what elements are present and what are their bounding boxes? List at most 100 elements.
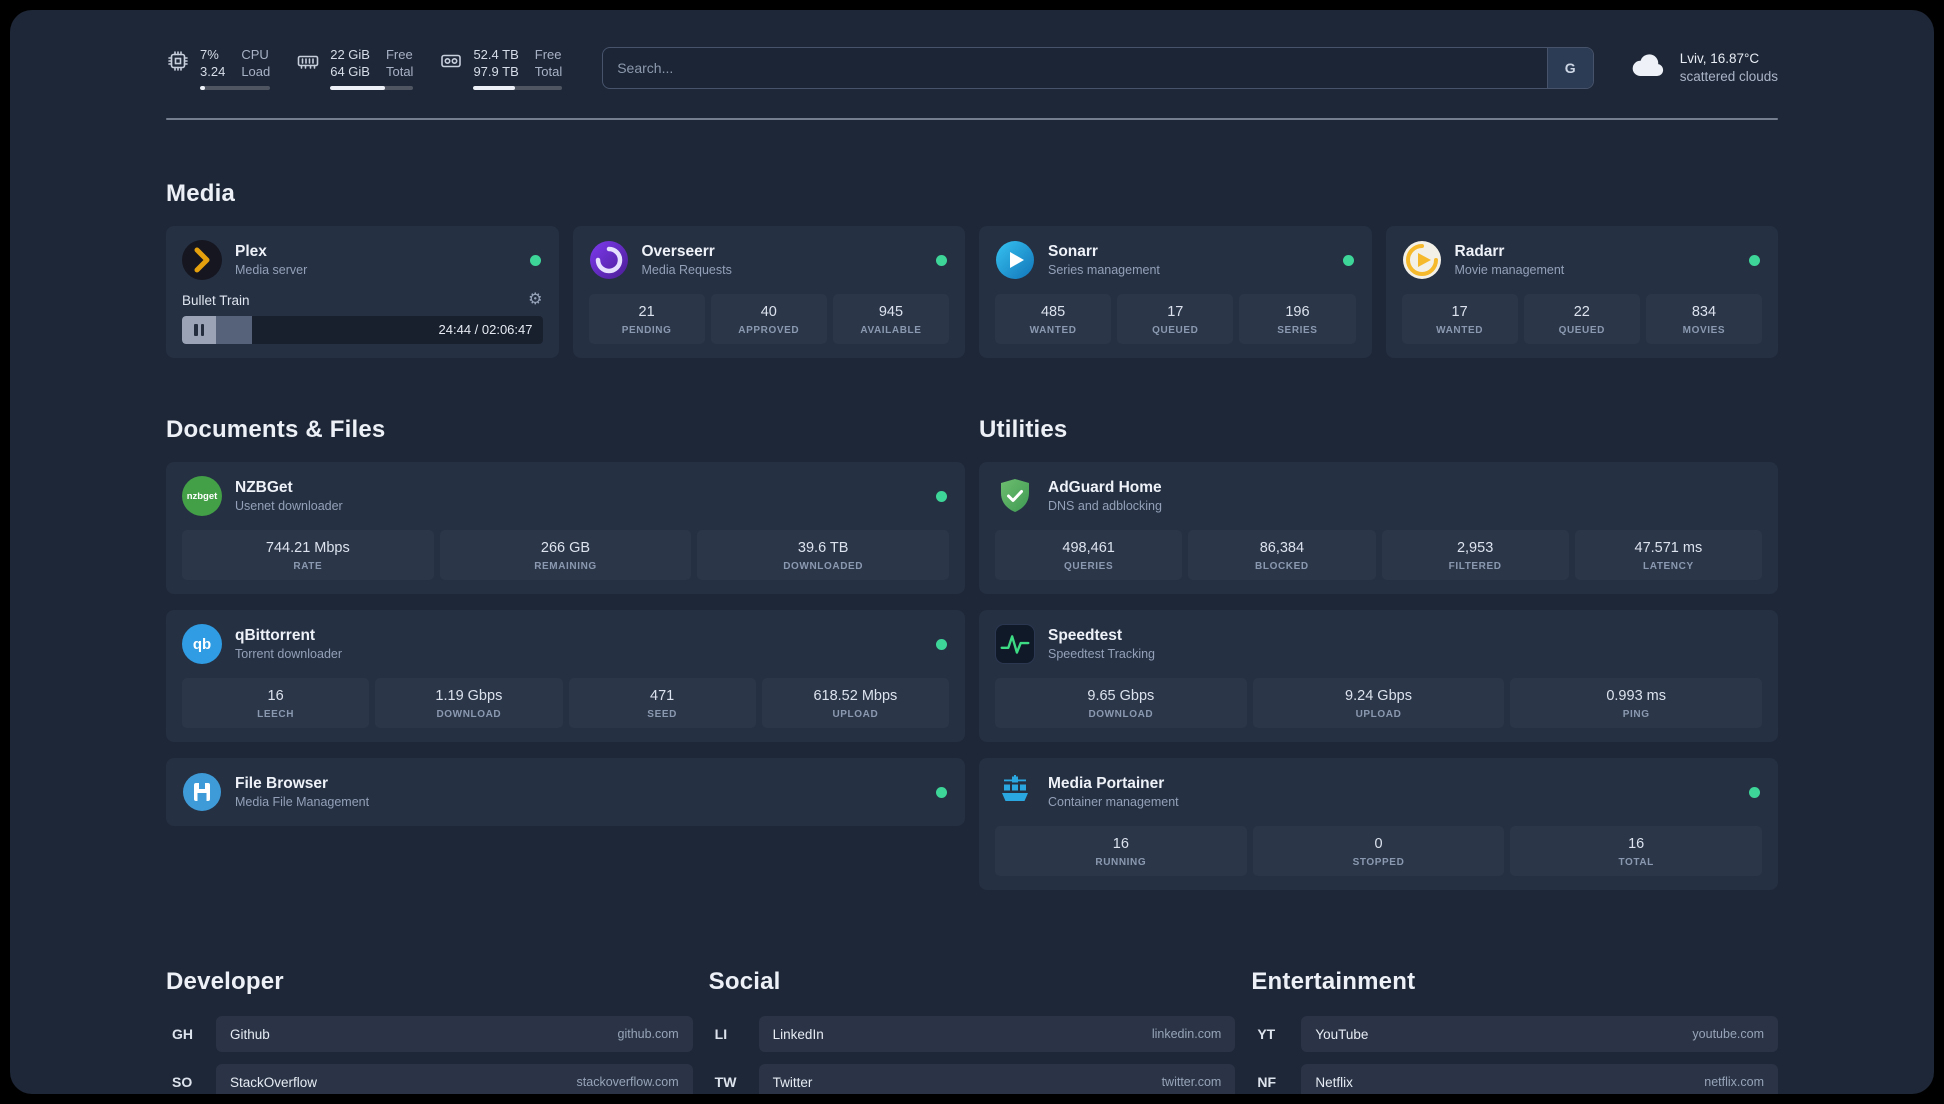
status-dot [1749, 254, 1760, 266]
stat-download: 1.19 Gbps DOWNLOAD [375, 678, 563, 728]
bookmark-link-youtube[interactable]: YouTube youtube.com [1301, 1016, 1778, 1052]
weather-widget[interactable]: Lviv, 16.87°C scattered clouds [1630, 50, 1778, 86]
bookmark-link-stackoverflow[interactable]: StackOverflow stackoverflow.com [216, 1064, 693, 1094]
overseerr-icon [589, 240, 629, 280]
bookmark-link-linkedin[interactable]: LinkedIn linkedin.com [758, 1016, 1236, 1052]
service-card-radarr[interactable]: Radarr Movie management 17 WANTED 22 QUE… [1385, 226, 1778, 358]
search-provider-button[interactable]: G [1546, 48, 1593, 88]
bookmark-linkedin: LI LinkedIn linkedin.com [709, 1016, 1236, 1052]
stat-stopped: 0 STOPPED [1252, 826, 1505, 876]
disk-progress-fill [473, 86, 516, 90]
stat-running: 16 RUNNING [995, 826, 1247, 876]
service-desc: Torrent downloader [235, 646, 343, 661]
settings-gear-icon[interactable]: ⚙ [528, 292, 542, 308]
section-title-developer: Developer [166, 968, 284, 995]
memory-label-1: Free [385, 47, 413, 62]
service-desc: Usenet downloader [235, 498, 343, 513]
section-utilities: Utilities AdGuard Home DNS and adblockin… [979, 416, 1778, 890]
search-bar: G [602, 47, 1594, 89]
stat-series: 196 SERIES [1239, 294, 1356, 344]
qbittorrent-icon: qb [182, 624, 222, 664]
adguard-icon [995, 476, 1035, 516]
bookmark-group-entertainment: Entertainment YT YouTube youtube.com NF … [1251, 968, 1778, 1094]
memory-icon [296, 49, 320, 73]
service-name: Overseerr [641, 242, 715, 260]
cpu-icon [166, 49, 190, 73]
weather-condition: scattered clouds [1679, 69, 1778, 84]
stat-queries: 498,461 QUERIES [995, 530, 1183, 580]
cloud-icon [1630, 51, 1668, 86]
top-bar: 7% 3.24 CPU Load 22 GiB 64 GiB Free Tota… [166, 46, 1778, 90]
service-card-overseerr[interactable]: Overseerr Media Requests 21 PENDING 40 A… [572, 226, 965, 358]
service-card-plex[interactable]: Plex Media server Bullet Train ⚙ 24:44 /… [166, 226, 559, 358]
dashboard: 7% 3.24 CPU Load 22 GiB 64 GiB Free Tota… [10, 10, 1934, 1094]
bookmark-abbr: SO [172, 1074, 193, 1090]
service-name: Sonarr [1048, 242, 1098, 260]
disk-total-value: 97.9 TB [473, 64, 519, 79]
service-card-sonarr[interactable]: Sonarr Series management 485 WANTED 17 Q… [979, 226, 1372, 358]
stat-download: 9.65 Gbps DOWNLOAD [995, 678, 1247, 728]
stat-movies: 834 MOVIES [1645, 294, 1763, 344]
disk-label-2: Total [534, 64, 563, 79]
memory-progress-bar [330, 86, 414, 90]
bookmark-abbr: LI [714, 1026, 728, 1042]
status-dot [936, 786, 947, 798]
service-name: NZBGet [235, 478, 293, 496]
service-card-filebrowser[interactable]: File Browser Media File Management [166, 758, 965, 826]
section-title-social: Social [708, 968, 781, 995]
cpu-label-1: CPU [241, 47, 269, 62]
cpu-usage-value: 7% [200, 47, 219, 62]
status-dot [936, 638, 947, 650]
section-title-entertainment: Entertainment [1251, 968, 1416, 995]
stat-pending: 21 PENDING [588, 294, 705, 344]
cpu-widget: 7% 3.24 CPU Load [166, 46, 271, 90]
status-dot [936, 254, 947, 266]
service-name: qBittorrent [235, 626, 316, 644]
service-desc: Speedtest Tracking [1048, 646, 1156, 661]
bookmark-abbr: NF [1257, 1074, 1276, 1090]
search-input[interactable] [603, 48, 1547, 88]
service-card-nzbget[interactable]: nzbget NZBGet Usenet downloader 744.21 M… [166, 462, 965, 594]
bookmark-link-twitter[interactable]: Twitter twitter.com [758, 1064, 1236, 1094]
bookmark-stackoverflow: SO StackOverflow stackoverflow.com [166, 1064, 693, 1094]
stat-total: 16 TOTAL [1510, 826, 1763, 876]
bookmark-netflix: NF Netflix netflix.com [1251, 1064, 1778, 1094]
bookmark-abbr: YT [1257, 1026, 1276, 1042]
bookmark-group-social: Social LI LinkedIn linkedin.com TW Twitt… [709, 968, 1236, 1094]
disk-progress-bar [473, 86, 563, 90]
stat-downloaded: 39.6 TB DOWNLOADED [697, 530, 950, 580]
stat-wanted: 485 WANTED [995, 294, 1112, 344]
memory-widget: 22 GiB 64 GiB Free Total [296, 46, 414, 90]
playback-progress-bar[interactable]: 24:44 / 02:06:47 [182, 316, 543, 344]
stat-seed: 471 SEED [568, 678, 756, 728]
now-playing-title: Bullet Train [182, 292, 250, 308]
service-card-qbittorrent[interactable]: qb qBittorrent Torrent downloader 16 LEE… [166, 610, 965, 742]
bookmark-link-github[interactable]: Github github.com [216, 1016, 693, 1052]
memory-progress-fill [330, 86, 386, 90]
filebrowser-icon [182, 772, 222, 812]
service-card-adguard[interactable]: AdGuard Home DNS and adblocking 498,461 … [979, 462, 1778, 594]
disk-icon [439, 49, 463, 73]
service-card-speedtest[interactable]: Speedtest Speedtest Tracking 9.65 Gbps D… [979, 610, 1778, 742]
status-dot [529, 254, 541, 266]
disk-widget: 52.4 TB 97.9 TB Free Total [439, 46, 563, 90]
stat-queued: 17 QUEUED [1117, 294, 1234, 344]
nzbget-icon: nzbget [182, 476, 222, 516]
bookmark-link-netflix[interactable]: Netflix netflix.com [1301, 1064, 1778, 1094]
service-name: Speedtest [1048, 626, 1123, 644]
disk-free-value: 52.4 TB [473, 47, 519, 62]
pause-button[interactable] [182, 316, 216, 344]
service-card-portainer[interactable]: Media Portainer Container management 16 … [979, 758, 1778, 890]
stat-wanted: 17 WANTED [1401, 294, 1518, 344]
bookmark-github: GH Github github.com [166, 1016, 693, 1052]
section-title-documents: Documents & Files [166, 416, 386, 443]
cpu-label-2: Load [241, 64, 271, 79]
disk-label-1: Free [534, 47, 562, 62]
bookmark-abbr: GH [172, 1026, 193, 1042]
stat-queued: 22 QUEUED [1523, 294, 1640, 344]
service-desc: Container management [1048, 794, 1179, 809]
stat-blocked: 86,384 BLOCKED [1188, 530, 1376, 580]
service-desc: DNS and adblocking [1048, 498, 1162, 513]
radarr-icon [1402, 240, 1442, 280]
stat-remaining: 266 GB REMAINING [439, 530, 692, 580]
